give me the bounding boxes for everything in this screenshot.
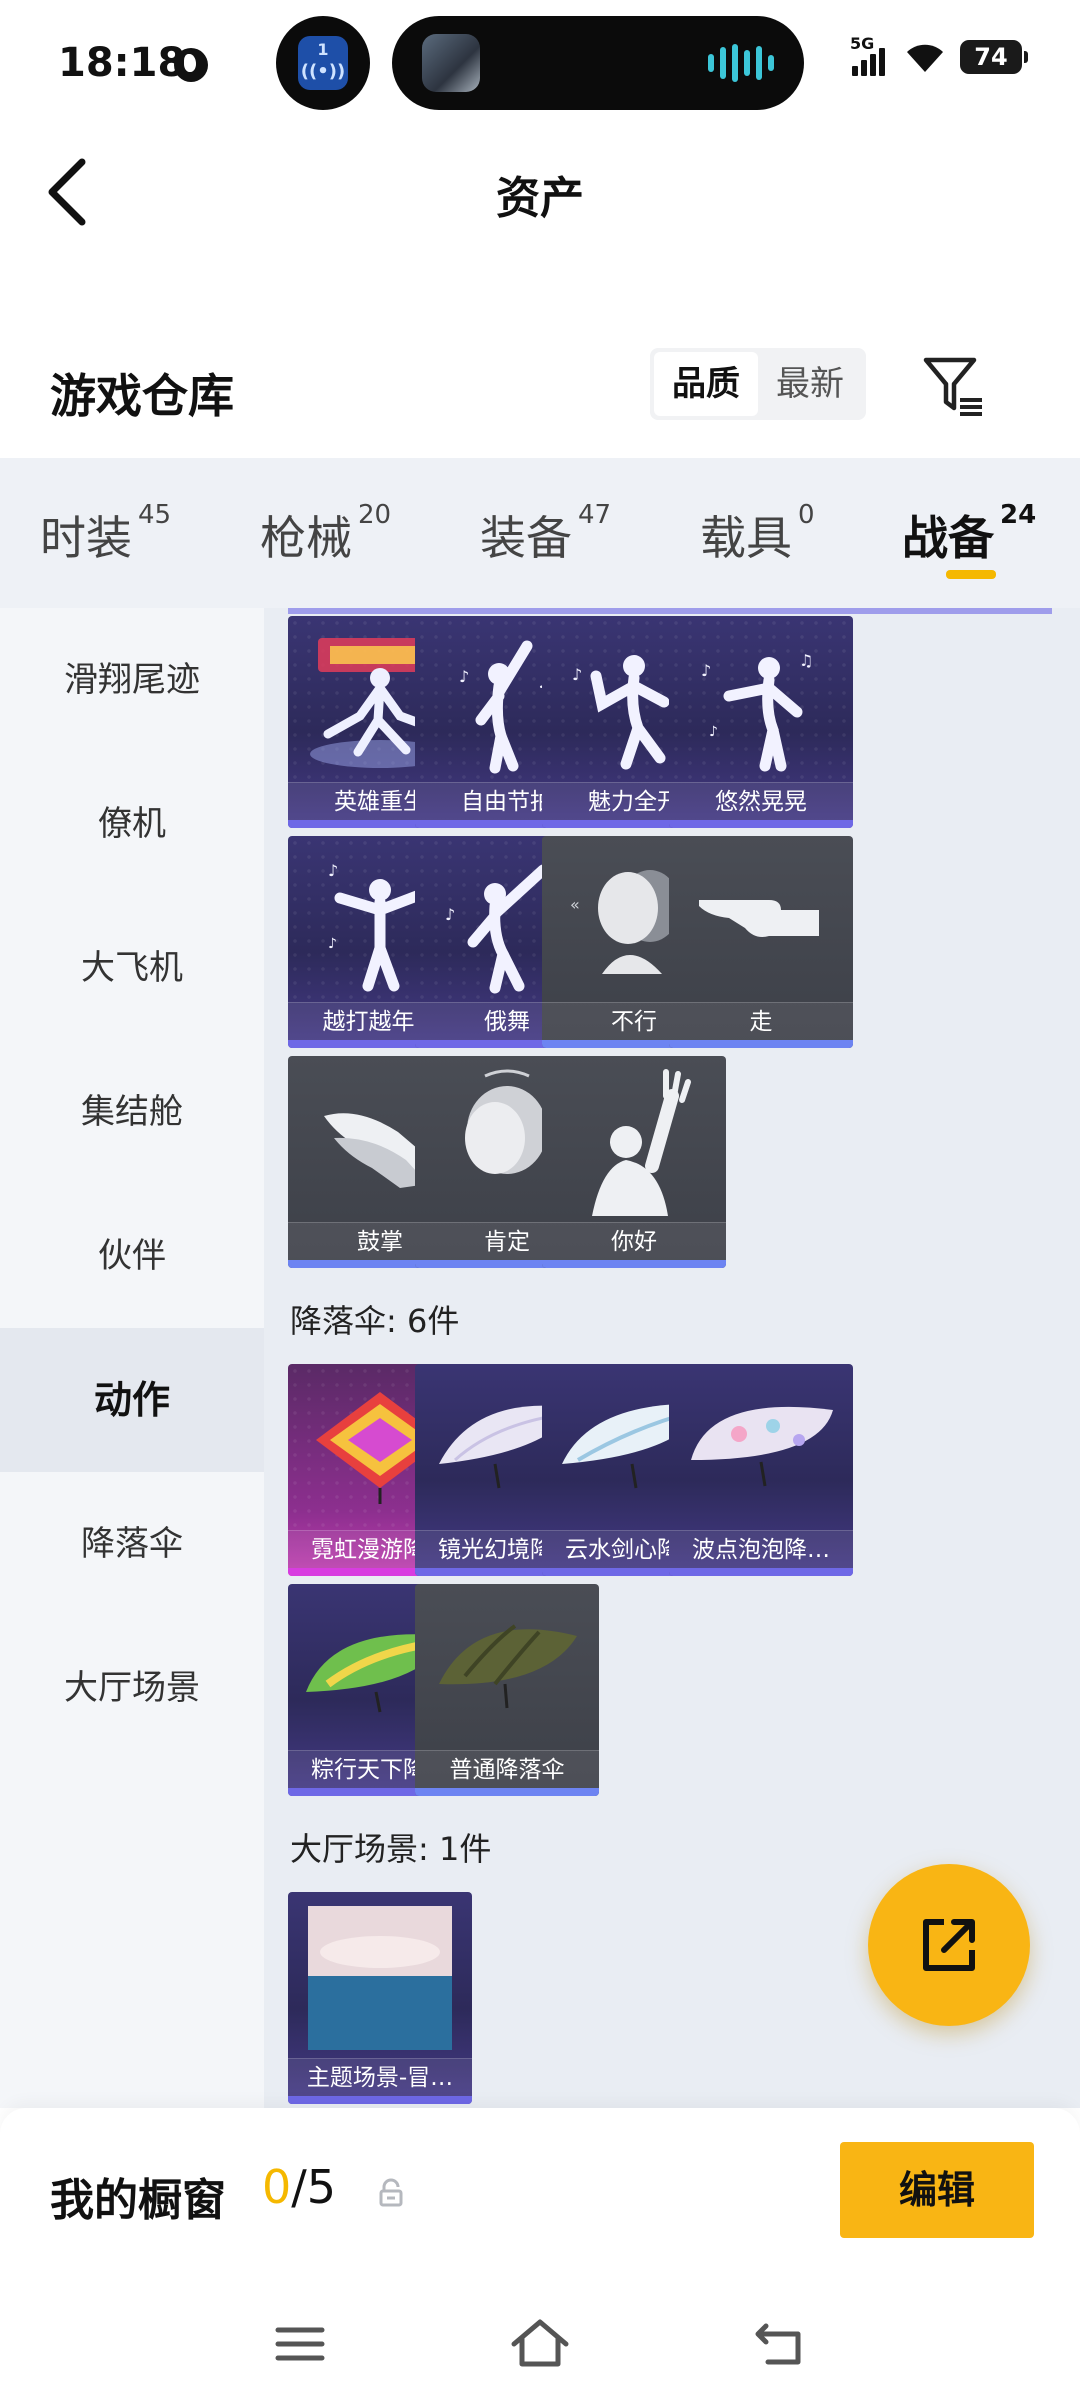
tab-outfits[interactable]: 时装 45	[40, 500, 172, 568]
lock-icon	[379, 2178, 403, 2207]
showcase-current: 0	[262, 2160, 292, 2214]
battery-level: 74	[974, 43, 1008, 71]
item-name: 悠然晃晃	[669, 782, 853, 820]
showcase-panel: 我的橱窗 0/5 编辑	[0, 2108, 1080, 2288]
dynamic-island-media[interactable]	[392, 16, 804, 110]
item-name: 你好	[542, 1222, 726, 1260]
sidebar-item-pod[interactable]: 集结舱	[0, 1040, 264, 1184]
parachute-icon	[415, 1584, 599, 1748]
tab-count: 47	[578, 500, 612, 530]
previous-row-edge	[288, 608, 1052, 614]
category-tabs: 时装 45 枪械 20 装备 47 载具 0 战备 24	[0, 458, 1080, 608]
system-nav-bar	[0, 2288, 1080, 2400]
showcase-total: /5	[291, 2160, 337, 2214]
audio-wave-icon	[708, 44, 774, 82]
share-icon	[923, 1919, 975, 1971]
tab-label: 载具	[700, 511, 792, 565]
broadcast-icon: 1 ((•))	[298, 36, 348, 90]
sidebar-item-parachute[interactable]: 降落伞	[0, 1472, 264, 1616]
svg-text:♫: ♫	[799, 651, 813, 670]
tab-count: 45	[138, 500, 172, 530]
item-card[interactable]: 走	[669, 836, 853, 1048]
sidebar-item-lobby-scene[interactable]: 大厅场景	[0, 1616, 264, 1760]
back-nav-icon[interactable]	[748, 2312, 812, 2376]
svg-text:♪: ♪	[328, 861, 338, 880]
section-title-parachute: 降落伞: 6件	[290, 1302, 460, 1340]
tab-weapons[interactable]: 枪械 20	[260, 500, 392, 568]
item-name: 普通降落伞	[415, 1750, 599, 1788]
edit-button[interactable]: 编辑	[840, 2142, 1034, 2238]
filter-button[interactable]	[920, 350, 992, 422]
sort-option-newest[interactable]: 最新	[758, 352, 862, 416]
sidebar-item-glide-trail[interactable]: 滑翔尾迹	[0, 608, 264, 752]
svg-text:«: «	[570, 895, 580, 914]
sidebar-item-companion[interactable]: 伙伴	[0, 1184, 264, 1328]
section-title-lobby: 大厅场景: 1件	[290, 1830, 492, 1868]
active-tab-indicator	[946, 570, 996, 579]
tab-count: 20	[358, 500, 392, 530]
svg-text:♪: ♪	[445, 905, 455, 924]
warehouse-title: 游戏仓库	[50, 369, 234, 423]
svg-text:♪: ♪	[572, 665, 582, 684]
sidebar-item-plane[interactable]: 大飞机	[0, 896, 264, 1040]
island-badge-count: 1	[317, 40, 329, 59]
globe-icon	[174, 48, 208, 82]
sort-option-quality[interactable]: 品质	[654, 352, 758, 416]
status-time: 18:18	[58, 40, 186, 86]
item-card[interactable]: 你好	[542, 1056, 726, 1268]
tab-count: 0	[798, 500, 815, 530]
svg-text:♪: ♪	[328, 936, 337, 952]
tab-battle-prep[interactable]: 战备 24	[902, 500, 1037, 568]
page-title: 资产	[496, 173, 584, 224]
sidebar-item-wingman[interactable]: 僚机	[0, 752, 264, 896]
tab-vehicles[interactable]: 载具 0	[700, 500, 815, 568]
tab-count: 24	[1000, 500, 1037, 530]
item-name: 走	[669, 1002, 853, 1040]
menu-icon[interactable]	[268, 2312, 332, 2376]
item-card[interactable]: 主题场景-冒…	[288, 1892, 472, 2104]
cell-signal-icon: 5G	[850, 34, 890, 76]
media-thumbnail	[422, 34, 480, 92]
item-name: 波点泡泡降…	[669, 1530, 853, 1568]
dynamic-island-notification[interactable]: 1 ((•))	[276, 16, 370, 110]
showcase-count: 0/5	[262, 2160, 336, 2214]
dance-pose-icon: ♪ ♫ ♪	[669, 616, 853, 780]
ocean-scene-icon	[288, 1892, 472, 2056]
item-card[interactable]: 波点泡泡降…	[669, 1364, 853, 1576]
svg-text:♪: ♪	[701, 661, 711, 680]
tab-label: 枪械	[260, 511, 352, 565]
status-bar: 18:18 1 ((•)) 5G 74	[0, 0, 1080, 120]
waving-hand-icon	[542, 1056, 726, 1220]
tab-label: 装备	[480, 511, 572, 565]
parachute-icon	[669, 1364, 853, 1528]
wifi-icon	[904, 40, 946, 74]
item-name: 主题场景-冒…	[288, 2058, 472, 2096]
showcase-title: 我的橱窗	[50, 2175, 226, 2226]
item-card[interactable]: 普通降落伞	[415, 1584, 599, 1796]
battery-icon: 74	[960, 40, 1028, 74]
item-card[interactable]: ♪ ♫ ♪ 悠然晃晃	[669, 616, 853, 828]
svg-text:♪: ♪	[709, 724, 718, 740]
sidebar-item-emote[interactable]: 动作	[0, 1328, 264, 1472]
svg-text:♪: ♪	[459, 667, 469, 686]
sort-toggle: 品质 最新	[650, 348, 866, 420]
share-fab[interactable]	[868, 1864, 1030, 2026]
tab-gear[interactable]: 装备 47	[480, 500, 612, 568]
tab-label: 战备	[902, 511, 994, 565]
sidebar: 滑翔尾迹 僚机 大飞机 集结舱 伙伴 动作 降落伞 大厅场景	[0, 608, 264, 2108]
filter-icon	[923, 357, 982, 416]
pointing-hand-icon	[669, 836, 853, 1000]
home-icon[interactable]	[508, 2312, 572, 2376]
tab-label: 时装	[40, 511, 132, 565]
